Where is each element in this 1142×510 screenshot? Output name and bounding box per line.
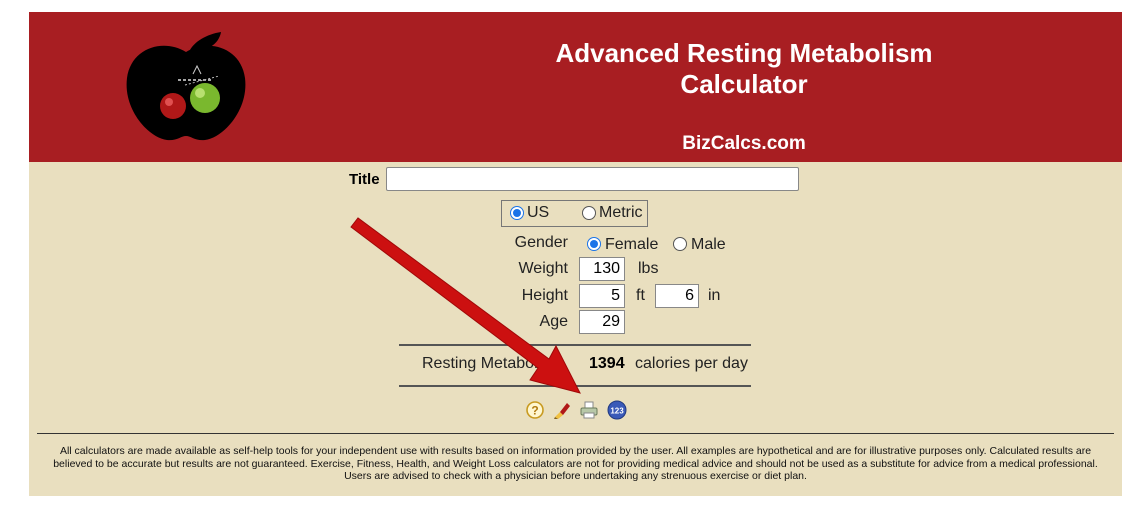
title-input[interactable]: [386, 167, 799, 191]
header-banner: Advanced Resting Metabolism Calculator B…: [29, 12, 1122, 162]
print-icon[interactable]: [579, 400, 599, 420]
unit-metric-label[interactable]: Metric: [599, 204, 643, 222]
result-unit: calories per day: [635, 355, 748, 372]
disclaimer-text: All calculators are made available as se…: [53, 445, 1098, 482]
page-title: Advanced Resting Metabolism Calculator: [555, 38, 933, 99]
unit-metric-radio[interactable]: [582, 206, 596, 220]
result-label: Resting Metabolism: [422, 355, 563, 372]
svg-text:?: ?: [531, 404, 538, 418]
disclaimer-divider: [37, 433, 1114, 434]
weight-input[interactable]: [579, 257, 625, 281]
unit-us-radio[interactable]: [510, 206, 524, 220]
gender-male-label[interactable]: Male: [691, 236, 726, 254]
age-label: Age: [539, 313, 568, 330]
gender-female-label[interactable]: Female: [605, 236, 658, 254]
sequence-icon[interactable]: 123: [607, 400, 627, 420]
result-value: 1394: [589, 355, 625, 372]
weight-unit: lbs: [638, 260, 659, 277]
height-ft-input[interactable]: [579, 284, 625, 308]
result-divider-top: [399, 344, 751, 346]
title-label: Title: [349, 171, 380, 188]
result-divider-bottom: [399, 385, 751, 387]
gender-female-radio[interactable]: [587, 237, 601, 251]
svg-text:123: 123: [610, 407, 624, 416]
height-in-input[interactable]: [655, 284, 699, 308]
units-selector: US Metric: [501, 200, 648, 227]
gender-label: Gender: [514, 234, 568, 251]
age-input[interactable]: [579, 310, 625, 334]
calculator-page: Advanced Resting Metabolism Calculator B…: [29, 12, 1122, 496]
height-label: Height: [521, 287, 568, 304]
gender-male-radio[interactable]: [673, 237, 687, 251]
weight-label: Weight: [518, 260, 568, 277]
site-name: BizCalcs.com: [682, 133, 806, 154]
apple-logo-icon: [126, 32, 246, 141]
height-ft-unit: ft: [636, 287, 645, 304]
unit-us-label[interactable]: US: [527, 204, 549, 222]
clear-icon[interactable]: [551, 400, 571, 420]
help-icon[interactable]: ?: [525, 400, 545, 420]
height-in-unit: in: [708, 287, 721, 304]
